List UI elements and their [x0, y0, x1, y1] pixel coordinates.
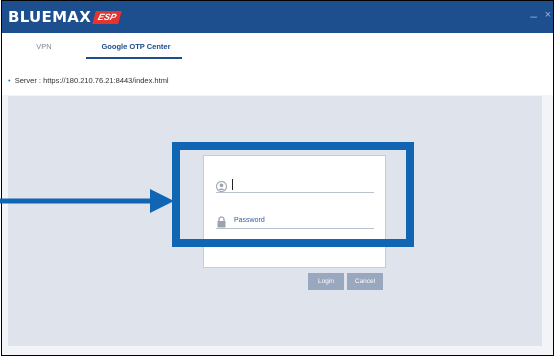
cancel-button[interactable]: Cancel — [347, 273, 383, 290]
logo-text: BLUEMAX — [8, 8, 92, 26]
title-bar: BLUEMAX ESP – × — [2, 1, 553, 33]
server-info: • Server : https://180.210.76.21:8443/in… — [8, 76, 169, 85]
app-logo: BLUEMAX ESP — [8, 7, 122, 27]
bullet-icon: • — [8, 76, 11, 85]
logo-badge: ESP — [92, 10, 122, 24]
server-label: Server : — [14, 76, 41, 85]
server-url: https://180.210.76.21:8443/index.html — [43, 76, 169, 85]
tab-vpn[interactable]: VPN — [16, 33, 72, 59]
pointer-arrow — [0, 189, 174, 213]
login-button[interactable]: Login — [308, 273, 344, 290]
tab-bar: VPN Google OTP Center — [2, 33, 553, 60]
close-icon[interactable]: × — [545, 9, 551, 21]
server-info-bar: • Server : https://180.210.76.21:8443/in… — [2, 59, 553, 95]
minimize-icon[interactable]: – — [530, 9, 537, 23]
highlight-box — [172, 142, 414, 247]
tab-google-otp-center[interactable]: Google OTP Center — [86, 33, 186, 59]
